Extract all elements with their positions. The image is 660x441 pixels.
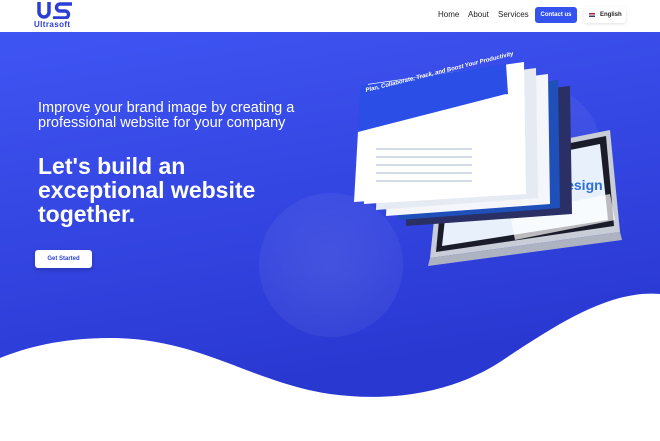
top-navbar: Ultrasoft Home About Services Contact us… <box>0 0 660 32</box>
website-mockup-illustration: Design es Plan, Collaborate, Track, and … <box>354 51 622 266</box>
contact-us-button[interactable]: Contact us <box>535 7 577 23</box>
us-flag-icon <box>589 13 595 17</box>
nav-link-services[interactable]: Services <box>498 10 529 19</box>
nav-link-about[interactable]: About <box>468 10 489 19</box>
hero-subtitle: Improve your brand image by creating a p… <box>38 100 295 131</box>
logo-mark <box>37 2 72 19</box>
nav-link-home[interactable]: Home <box>438 10 459 19</box>
hero-title: Let's build an exceptional website toget… <box>38 153 256 227</box>
logo-wordmark: Ultrasoft <box>34 20 71 29</box>
ultrasoft-logo[interactable]: Ultrasoft <box>34 2 78 30</box>
language-selector[interactable]: English <box>584 7 626 23</box>
stacked-screens: es Plan, Collaborate, Track, and Boost Y… <box>354 51 572 226</box>
get-started-button[interactable]: Get Started <box>35 250 92 268</box>
hero-section: Improve your brand image by creating a p… <box>0 32 660 441</box>
language-label: English <box>600 12 622 18</box>
